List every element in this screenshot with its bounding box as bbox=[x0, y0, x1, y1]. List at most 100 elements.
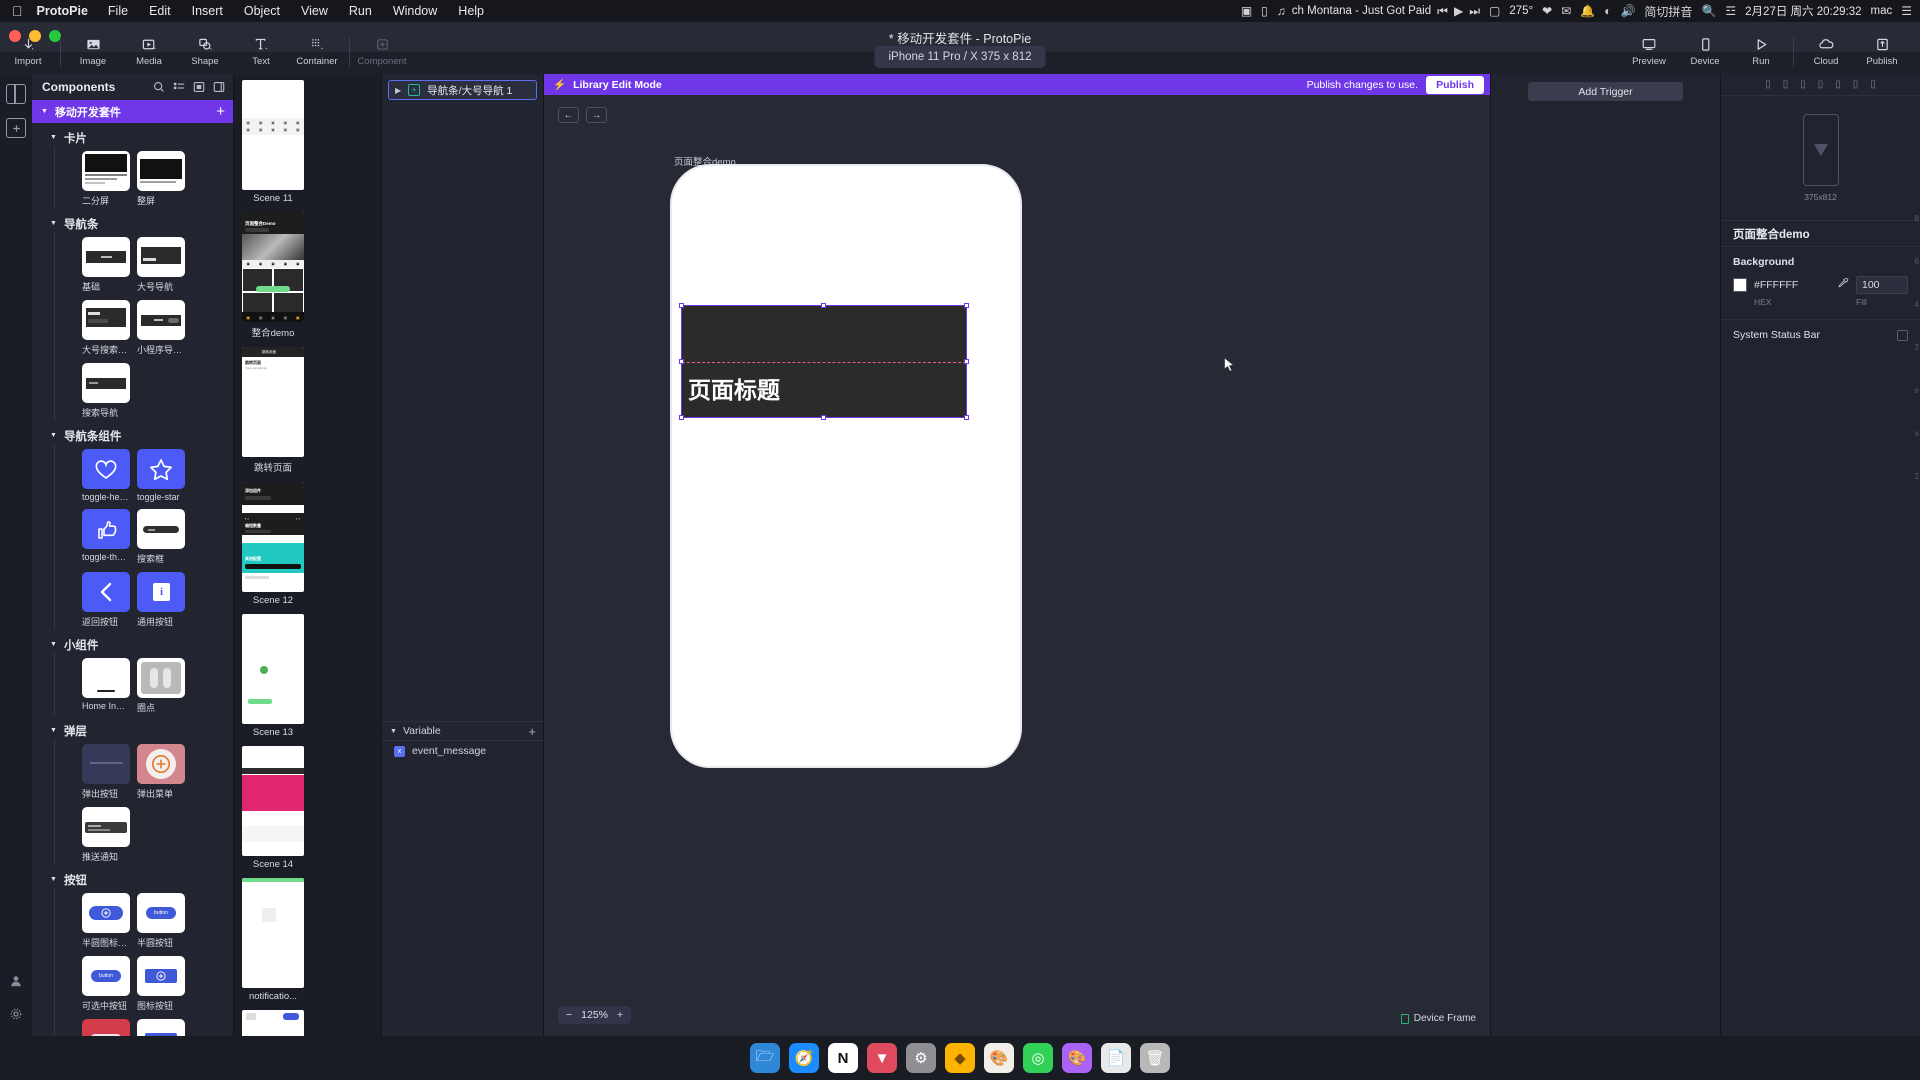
media-next-icon[interactable]: ⏭ bbox=[1469, 4, 1480, 19]
canvas-area[interactable]: ⚡ Library Edit Mode Publish changes to u… bbox=[544, 74, 1490, 1036]
component-item[interactable]: Home Indic... bbox=[82, 658, 130, 714]
notification-center-icon[interactable]: ☰ bbox=[1901, 4, 1912, 18]
component-item[interactable]: 搜索导航 bbox=[82, 363, 130, 419]
document-icon[interactable]: 📄 bbox=[1101, 1043, 1131, 1073]
search-icon[interactable] bbox=[153, 81, 165, 93]
hex-value[interactable]: #FFFFFF bbox=[1754, 279, 1830, 291]
account-name[interactable]: mac bbox=[1871, 5, 1893, 17]
system-status-bar-row[interactable]: System Status Bar bbox=[1721, 319, 1920, 350]
component-item[interactable]: 弹出按钮 bbox=[82, 744, 130, 800]
safari-icon[interactable]: 🧭 bbox=[789, 1043, 819, 1073]
scene-item[interactable]: Scene 13 bbox=[242, 614, 304, 738]
gear-icon[interactable] bbox=[9, 1007, 23, 1026]
heart-icon[interactable]: ❤ bbox=[1542, 4, 1552, 18]
input-source-label[interactable]: 简切拼音 bbox=[1644, 3, 1692, 20]
component-item[interactable]: 小程序导航条 bbox=[137, 300, 185, 356]
component-item[interactable]: button 半圆按钮 bbox=[137, 893, 185, 949]
disc-icon[interactable]: ◎ bbox=[1023, 1043, 1053, 1073]
toolbar-publish-button[interactable]: Publish bbox=[1854, 36, 1910, 67]
align-left-icon[interactable]: ▯ bbox=[1765, 79, 1771, 90]
resize-handle-r[interactable] bbox=[964, 358, 969, 364]
component-item[interactable]: toggle-star bbox=[137, 449, 185, 502]
resize-handle-br[interactable] bbox=[964, 415, 969, 420]
resize-handle-tl[interactable] bbox=[679, 303, 684, 308]
eyedropper-icon[interactable] bbox=[1837, 276, 1849, 294]
selected-layer-row[interactable]: ▶ + 导航条/大号导航 1 bbox=[388, 80, 537, 100]
finder-icon[interactable]: 🗁 bbox=[750, 1043, 780, 1073]
component-item[interactable]: toggle-thumb bbox=[82, 509, 130, 565]
media-prev-icon[interactable]: ⏮ bbox=[1437, 4, 1448, 19]
mail-icon[interactable]: ✉ bbox=[1561, 4, 1571, 18]
toolbar-image-button[interactable]: Image bbox=[65, 36, 121, 67]
component-item[interactable]: 圈点 bbox=[137, 658, 185, 714]
add-variable-button[interactable]: + bbox=[528, 724, 536, 739]
sketch-icon[interactable]: ◆ bbox=[945, 1043, 975, 1073]
panel-icon[interactable] bbox=[213, 81, 225, 93]
menu-window[interactable]: Window bbox=[393, 4, 437, 18]
scene-item[interactable]: 添加组件 ▪ ▪ ▪ ▪ 缩短数量 其他配置 Scene 12 bbox=[242, 482, 304, 606]
publish-button[interactable]: Publish bbox=[1426, 75, 1484, 94]
device-selector[interactable]: iPhone 11 Pro / X 375 x 812 bbox=[874, 46, 1046, 68]
component-item[interactable]: 返回按钮 bbox=[82, 572, 130, 628]
device-frame-toggle[interactable]: Device Frame bbox=[1400, 1013, 1476, 1024]
notion-icon[interactable]: N bbox=[828, 1043, 858, 1073]
media-play-icon[interactable]: ▶ bbox=[1454, 4, 1463, 18]
add-trigger-button[interactable]: Add Trigger bbox=[1528, 82, 1683, 101]
list-view-icon[interactable] bbox=[173, 81, 185, 93]
group-title[interactable]: ▼ 导航条组件 bbox=[32, 427, 233, 444]
scene-item[interactable]: popup_de... bbox=[242, 1010, 304, 1036]
resize-handle-bl[interactable] bbox=[679, 415, 684, 420]
variable-row[interactable]: x event_message bbox=[382, 741, 544, 761]
add-component-icon[interactable] bbox=[6, 118, 26, 138]
screen-share-icon[interactable]: ▣ bbox=[1241, 4, 1252, 18]
zoom-out-button[interactable]: − bbox=[566, 1009, 572, 1021]
group-title[interactable]: ▼ 导航条 bbox=[32, 215, 233, 232]
align-right-icon[interactable]: ▯ bbox=[1800, 79, 1806, 90]
menu-view[interactable]: View bbox=[301, 4, 328, 18]
scene-item[interactable]: ▣ ▣ ▣ ▣ ▣ ▣ ▣ ▣ ▣ ▣ Scene 11 bbox=[242, 80, 304, 204]
chevron-down-icon[interactable]: ▼ bbox=[390, 728, 397, 735]
resize-handle-tr[interactable] bbox=[964, 303, 969, 308]
component-item[interactable]: 二分屏 bbox=[82, 151, 130, 207]
component-item[interactable]: 整屏 bbox=[137, 151, 185, 207]
chevron-right-icon[interactable]: ▶ bbox=[395, 86, 401, 95]
component-item[interactable]: button 可选中按钮 bbox=[82, 956, 130, 1012]
toolbar-preview-button[interactable]: Preview bbox=[1621, 36, 1677, 67]
group-title[interactable]: ▼ 卡片 bbox=[32, 129, 233, 146]
apple-menu-icon[interactable]:  bbox=[0, 3, 37, 19]
component-item[interactable]: 推送通知 bbox=[82, 807, 130, 863]
align-center-h-icon[interactable]: ▯ bbox=[1783, 79, 1789, 90]
menu-file[interactable]: File bbox=[108, 4, 128, 18]
fill-value[interactable]: 100 bbox=[1856, 276, 1908, 294]
component-item[interactable]: toggle-heart bbox=[82, 449, 130, 502]
color-swatch[interactable] bbox=[1733, 278, 1747, 292]
device-canvas[interactable]: 页面标题 bbox=[670, 164, 1022, 768]
resize-handle-t[interactable] bbox=[821, 303, 826, 308]
zoom-in-button[interactable]: + bbox=[617, 1009, 623, 1021]
component-item[interactable]: 小程序按钮 ... bbox=[82, 1019, 130, 1036]
menu-help[interactable]: Help bbox=[458, 4, 484, 18]
system-status-bar-checkbox[interactable] bbox=[1897, 329, 1908, 341]
toolbar-import-button[interactable]: Import bbox=[0, 36, 56, 67]
scene-item[interactable]: Scene 14 bbox=[242, 746, 304, 870]
pocket-icon[interactable]: ▼ bbox=[867, 1043, 897, 1073]
clock-datetime[interactable]: 2月27日 周六 20:29:32 bbox=[1745, 3, 1861, 19]
media-widget[interactable]: ♫ ch Montana - Just Got Paid ⏮ ▶ ⏭ bbox=[1277, 4, 1480, 19]
bell-icon[interactable]: 🔔 bbox=[1580, 4, 1595, 18]
toolbar-container-button[interactable]: Container bbox=[289, 36, 345, 67]
menu-run[interactable]: Run bbox=[349, 4, 372, 18]
scene-item[interactable]: notificatio... bbox=[242, 878, 304, 1002]
zoom-control[interactable]: − 125% + bbox=[558, 1006, 632, 1024]
toolbar-shape-button[interactable]: Shape bbox=[177, 36, 233, 67]
component-item[interactable]: 基础 bbox=[82, 237, 130, 293]
component-item[interactable]: 半圆图标按钮 bbox=[82, 893, 130, 949]
camera-icon[interactable]: ▯ bbox=[1261, 4, 1268, 18]
grid-view-icon[interactable] bbox=[193, 81, 205, 93]
add-library-icon[interactable]: + bbox=[216, 103, 225, 120]
wifi-icon[interactable]: ◐ bbox=[1604, 4, 1611, 18]
protopie-icon[interactable]: 🎨 bbox=[984, 1043, 1014, 1073]
group-title[interactable]: ▼ 按钮 bbox=[32, 871, 233, 888]
volume-icon[interactable]: 🔊 bbox=[1620, 4, 1635, 18]
scene-item[interactable]: 跳转页面 跳转页面 Type something... 跳转页面 bbox=[242, 347, 304, 474]
align-bottom-icon[interactable]: ▯ bbox=[1853, 79, 1859, 90]
